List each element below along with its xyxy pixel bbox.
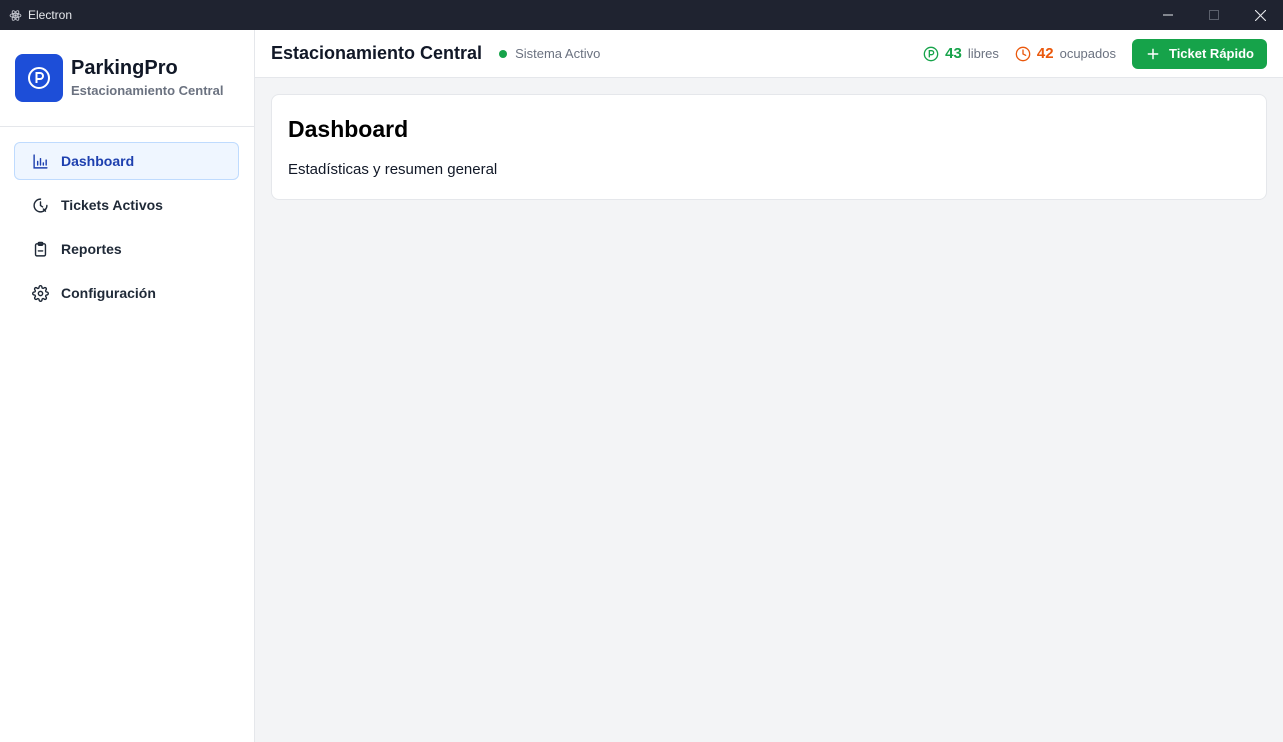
minimize-button[interactable] [1145, 0, 1191, 30]
page-subtitle: Estadísticas y resumen general [288, 161, 498, 178]
minimize-icon [1163, 14, 1173, 16]
close-icon [1254, 9, 1266, 21]
occupied-count: 42 [1036, 45, 1054, 62]
parking-circle-icon [923, 46, 939, 62]
window-controls [1145, 0, 1283, 30]
brand-subtitle: Estacionamiento Central [71, 83, 224, 98]
clipboard-icon [31, 240, 49, 258]
page-header-card: Dashboard Estadísticas y resumen general [271, 94, 1267, 200]
page-title: Dashboard [288, 116, 409, 142]
occupied-label: ocupados [1059, 46, 1116, 61]
sidebar-item-label: Tickets Activos [61, 197, 163, 213]
main-area: Estacionamiento Central Sistema Activo 4… [255, 30, 1283, 742]
free-spots-stat: 43 libres [923, 45, 999, 62]
electron-icon [8, 8, 22, 22]
sidebar-item-configuracion[interactable]: Configuración [14, 274, 239, 312]
maximize-icon [1209, 10, 1219, 20]
system-status: Sistema Activo [499, 46, 600, 61]
window-titlebar: Electron [0, 0, 1283, 30]
parking-p-icon [15, 54, 63, 102]
sidebar-nav: Dashboard Tickets Activos Reportes Confi… [0, 127, 254, 312]
header-title: Estacionamiento Central [271, 43, 483, 63]
maximize-button[interactable] [1191, 0, 1237, 30]
bar-chart-icon [31, 152, 49, 170]
sidebar-item-label: Configuración [61, 285, 156, 301]
quick-ticket-label: Ticket Rápido [1168, 46, 1254, 61]
app-root: ParkingPro Estacionamiento Central Dashb… [0, 30, 1283, 742]
sidebar-item-reportes[interactable]: Reportes [14, 230, 239, 268]
brand-name: ParkingPro [71, 57, 178, 79]
quick-ticket-button[interactable]: Ticket Rápido [1131, 38, 1267, 69]
free-count: 43 [945, 45, 962, 62]
brand: ParkingPro Estacionamiento Central [0, 30, 254, 127]
sidebar-item-label: Dashboard [61, 153, 135, 169]
clock-icon [31, 196, 49, 214]
status-dot-icon [499, 49, 508, 58]
gear-icon [31, 284, 49, 302]
status-text: Sistema Activo [515, 46, 601, 61]
window-title: Electron [28, 8, 73, 22]
header-stats: 43 libres 42 ocupados Ticket Rápido [923, 38, 1267, 69]
clock-icon [1015, 46, 1031, 62]
occupied-spots-stat: 42 ocupados [1015, 45, 1116, 62]
free-label: libres [967, 46, 999, 61]
sidebar: ParkingPro Estacionamiento Central Dashb… [0, 30, 255, 742]
plus-icon [1146, 47, 1160, 61]
close-button[interactable] [1237, 0, 1283, 30]
top-header: Estacionamiento Central Sistema Activo 4… [255, 30, 1283, 78]
sidebar-item-label: Reportes [61, 241, 122, 257]
content-area: Dashboard Estadísticas y resumen general [255, 78, 1283, 216]
sidebar-item-dashboard[interactable]: Dashboard [14, 142, 239, 180]
sidebar-item-tickets-activos[interactable]: Tickets Activos [14, 186, 239, 224]
